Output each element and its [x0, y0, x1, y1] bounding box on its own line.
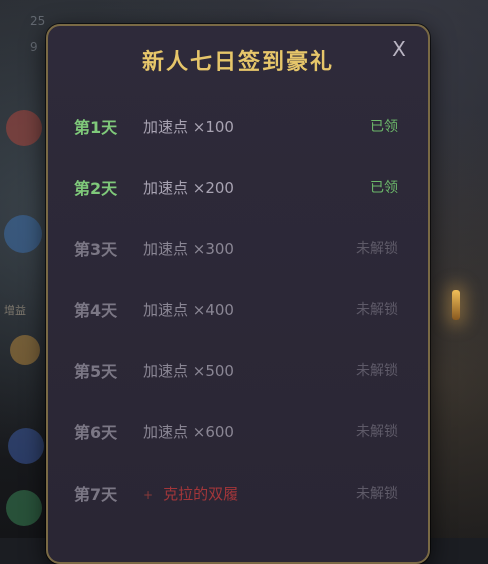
- reward-label: 加速点 ×500: [143, 361, 234, 380]
- candle-icon: [452, 290, 460, 320]
- day-label: 第6天: [74, 423, 118, 442]
- status-label: 已领: [370, 180, 398, 196]
- day-label: 第5天: [74, 362, 118, 381]
- day-row-4[interactable]: 第4天 加速点 ×400 未解锁: [48, 294, 428, 324]
- reward-label: 加速点 ×400: [143, 300, 234, 319]
- bg-hud-icon: [6, 490, 42, 526]
- status-label: 未解锁: [356, 424, 398, 440]
- status-label: 未解锁: [356, 241, 398, 257]
- day-row-2[interactable]: 第2天 加速点 ×200 已领: [48, 172, 428, 202]
- day-label: 第1天: [74, 118, 118, 137]
- day-label: 第7天: [74, 485, 118, 504]
- day-row-6[interactable]: 第6天 加速点 ×600 未解锁: [48, 416, 428, 446]
- reward-label: 加速点 ×300: [143, 239, 234, 258]
- bg-counter: 9: [30, 40, 38, 54]
- checkin-dialog: 新人七日签到豪礼 X 第1天 加速点 ×100 已领 第2天 加速点 ×200 …: [46, 24, 430, 564]
- day-label: 第2天: [74, 179, 118, 198]
- day-row-7[interactable]: 第7天 + 克拉的双履 未解锁: [48, 478, 428, 508]
- status-label: 未解锁: [356, 486, 398, 502]
- dialog-title: 新人七日签到豪礼: [141, 50, 334, 75]
- status-label: 已领: [370, 119, 398, 135]
- day-label: 第4天: [74, 301, 118, 320]
- bg-hud-icon: [10, 335, 40, 365]
- reward-label: 加速点 ×600: [143, 422, 234, 441]
- day-label: 第3天: [74, 240, 118, 259]
- bg-hud-icon: [6, 110, 42, 146]
- bg-side-label: 增益: [4, 304, 26, 317]
- day-row-3[interactable]: 第3天 加速点 ×300 未解锁: [48, 233, 428, 263]
- close-button[interactable]: X: [388, 38, 410, 60]
- status-label: 未解锁: [356, 302, 398, 318]
- day-row-1[interactable]: 第1天 加速点 ×100 已领: [48, 111, 428, 141]
- reward-prefix: +: [143, 487, 154, 502]
- reward-label: + 克拉的双履: [143, 483, 238, 504]
- bg-counter: 25: [30, 14, 46, 28]
- reward-label: 加速点 ×200: [143, 178, 234, 197]
- bg-hud-icon: [8, 428, 44, 464]
- reward-item-name: 克拉的双履: [163, 484, 239, 503]
- reward-label: 加速点 ×100: [143, 117, 234, 136]
- status-label: 未解锁: [356, 363, 398, 379]
- bg-hud-icon: [4, 215, 42, 253]
- day-row-5[interactable]: 第5天 加速点 ×500 未解锁: [48, 355, 428, 385]
